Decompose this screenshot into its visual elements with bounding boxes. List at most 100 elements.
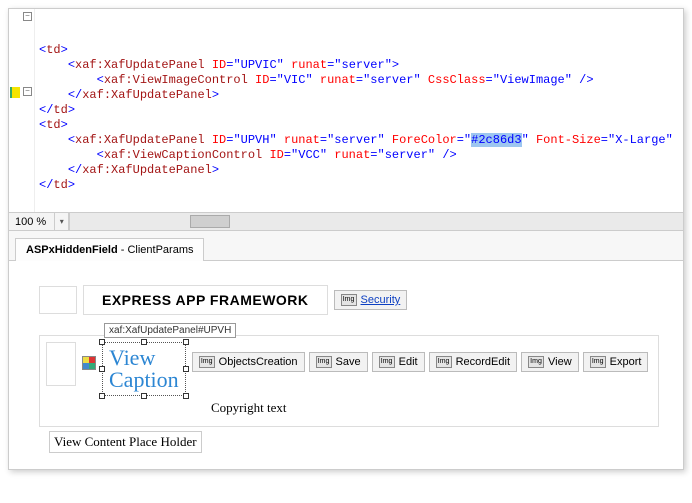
- resize-handle[interactable]: [99, 393, 105, 399]
- code-token: ": [666, 133, 673, 147]
- placeholder-box: [39, 286, 77, 314]
- tab-label-bold: ASPxHiddenField: [26, 244, 118, 256]
- control-tag-chip[interactable]: xaf:XafUpdatePanel#UPVH: [104, 323, 236, 338]
- change-marker-icon: [10, 87, 20, 98]
- code-token: UPVH: [241, 133, 270, 147]
- code-token: =": [601, 133, 615, 147]
- export-button[interactable]: Img Export: [583, 352, 649, 372]
- fold-icon[interactable]: −: [23, 87, 32, 96]
- resize-handle[interactable]: [183, 393, 189, 399]
- view-content-placeholder: View Content Place Holder: [49, 431, 202, 453]
- code-token: =": [486, 73, 500, 87]
- code-token: xaf:XafUpdatePanel: [82, 88, 212, 102]
- code-token: >: [212, 163, 219, 177]
- image-icon: Img: [528, 356, 544, 368]
- code-token: ": [320, 148, 327, 162]
- designer-area: ASPxHiddenField - ClientParams EXPRESS A…: [9, 230, 683, 469]
- designer-panel: xaf:XafUpdatePanel#UPVH View Caption: [39, 335, 659, 427]
- recordedit-button[interactable]: ImgRecordEdit: [429, 352, 517, 372]
- code-token: <: [68, 58, 75, 72]
- code-token: ForeColor: [385, 133, 457, 147]
- button-label: RecordEdit: [456, 356, 510, 368]
- code-token: />: [572, 73, 594, 87]
- code-token: Font-Size: [529, 133, 601, 147]
- zoom-dropdown-icon[interactable]: ▾: [55, 213, 69, 230]
- resize-handle[interactable]: [141, 339, 147, 345]
- code-token: =": [457, 133, 471, 147]
- resize-handle[interactable]: [141, 393, 147, 399]
- code-token: =": [284, 148, 298, 162]
- code-token: <: [97, 73, 104, 87]
- resize-handle[interactable]: [183, 339, 189, 345]
- code-editor[interactable]: − − <td> <xaf:XafUpdatePanel ID="UPVIC" …: [9, 9, 683, 212]
- zoom-value[interactable]: 100 %: [9, 213, 55, 230]
- code-token: server: [385, 148, 428, 162]
- code-token: ": [269, 133, 276, 147]
- code-token: ": [385, 58, 392, 72]
- edit-button[interactable]: ImgEdit: [372, 352, 425, 372]
- zoom-bar: 100 % ▾: [9, 212, 683, 230]
- app-title: EXPRESS APP FRAMEWORK: [83, 285, 328, 315]
- view-button[interactable]: Img View: [521, 352, 579, 372]
- code-token: </: [68, 163, 82, 177]
- resize-handle[interactable]: [99, 366, 105, 372]
- button-label: View: [548, 356, 572, 368]
- code-token: ID: [205, 58, 227, 72]
- resize-handle[interactable]: [99, 339, 105, 345]
- code-token: =": [226, 58, 240, 72]
- code-token: =": [320, 133, 334, 147]
- code-token: runat: [313, 73, 356, 87]
- image-icon: Img: [316, 356, 332, 368]
- ide-frame: − − <td> <xaf:XafUpdatePanel ID="UPVIC" …: [8, 8, 684, 470]
- code-token: ": [414, 73, 421, 87]
- tab-strip: ASPxHiddenField - ClientParams: [9, 231, 683, 261]
- button-label: Export: [610, 356, 642, 368]
- objectscreation-button[interactable]: ImgObjectsCreation: [192, 352, 305, 372]
- security-button[interactable]: Img Security: [334, 290, 408, 310]
- selected-control[interactable]: View Caption: [102, 342, 186, 396]
- security-link[interactable]: Security: [361, 294, 401, 306]
- code-gutter: − −: [9, 9, 35, 212]
- code-token: >: [392, 58, 399, 72]
- code-token: ViewImage: [500, 73, 565, 87]
- code-token: =": [356, 73, 370, 87]
- code-token: </: [39, 178, 53, 192]
- tab-hiddenfield[interactable]: ASPxHiddenField - ClientParams: [15, 238, 204, 261]
- placeholder-box: [46, 342, 76, 386]
- image-icon: Img: [590, 356, 606, 368]
- code-token: CssClass: [421, 73, 486, 87]
- code-token: >: [212, 88, 219, 102]
- code-token: xaf:ViewCaptionControl: [104, 148, 262, 162]
- fold-icon[interactable]: −: [23, 12, 32, 21]
- code-token: ID: [205, 133, 227, 147]
- horizontal-scrollbar[interactable]: [69, 213, 683, 230]
- code-token: server: [342, 58, 385, 72]
- code-token: server: [370, 73, 413, 87]
- code-token: td: [53, 103, 67, 117]
- save-button[interactable]: ImgSave: [309, 352, 368, 372]
- code-token: UPVIC: [241, 58, 277, 72]
- code-token: ": [277, 58, 284, 72]
- code-token: VCC: [298, 148, 320, 162]
- tab-label-rest: - ClientParams: [118, 244, 194, 256]
- code-token: =": [327, 58, 341, 72]
- code-token: VIC: [284, 73, 306, 87]
- code-token: runat: [327, 148, 370, 162]
- code-token: xaf:XafUpdatePanel: [75, 133, 205, 147]
- code-token: xaf:XafUpdatePanel: [82, 163, 212, 177]
- code-token: X-Large: [615, 133, 665, 147]
- image-icon: Img: [341, 294, 357, 306]
- code-token: =": [269, 73, 283, 87]
- code-token: >: [68, 103, 75, 117]
- scrollbar-thumb[interactable]: [190, 215, 230, 228]
- button-label: ObjectsCreation: [219, 356, 298, 368]
- resize-handle[interactable]: [183, 366, 189, 372]
- code-token: ": [565, 73, 572, 87]
- code-selection: #2c86d3: [471, 133, 521, 147]
- image-icon: Img: [379, 356, 395, 368]
- code-token: >: [68, 178, 75, 192]
- code-token: server: [334, 133, 377, 147]
- code-token: ID: [248, 73, 270, 87]
- code-token: ": [305, 73, 312, 87]
- code-token: ": [378, 133, 385, 147]
